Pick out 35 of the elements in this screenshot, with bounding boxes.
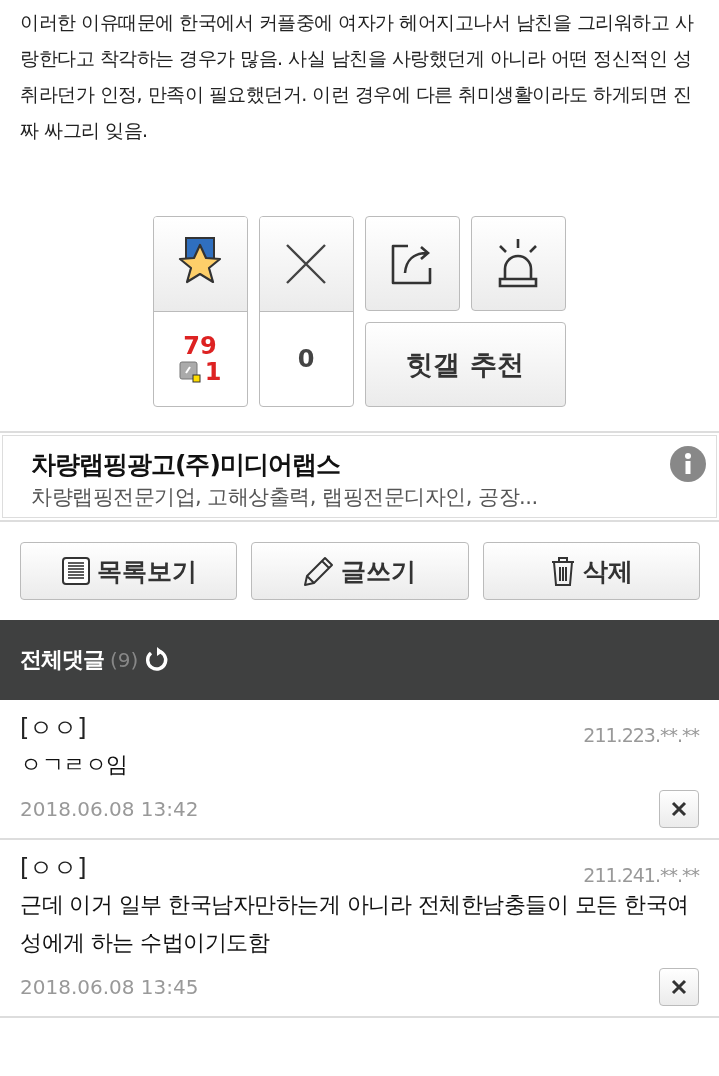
- comment-ip: 211.241.**.**: [583, 864, 699, 886]
- delete-comment-button[interactable]: [659, 968, 699, 1006]
- info-icon[interactable]: [670, 446, 706, 482]
- siren-icon: [496, 237, 540, 290]
- fixed-recommend-count: 1: [204, 359, 222, 385]
- post-body: 이러한 이유때문에 한국에서 커플중에 여자가 헤어지고나서 남친을 그리워하고 사랑한다고 착각하는 경우가 많음. 사실 남친을 사랑했던게 아니라 어떤 정신적인 성취라던가 인정, 만족이 필요했던거. 이런 경우에 다른 취미생활이라도 하게되면 진짜 싸그리 잊음.: [19, 10, 695, 143]
- delete-comment-button[interactable]: [659, 790, 699, 828]
- ad-title: 차량랩핑광고(주)미디어랩스: [31, 449, 341, 481]
- share-button[interactable]: [364, 216, 460, 311]
- write-button[interactable]: 글쓰기: [251, 542, 469, 600]
- comment-count: (9): [110, 648, 139, 672]
- comments-title: 전체댓글: [20, 646, 104, 674]
- close-icon: [671, 801, 687, 817]
- recommend-count: 79: [183, 333, 217, 359]
- comment-ip: 211.223.**.**: [583, 724, 699, 746]
- comment-author: [ㅇㅇ]: [20, 713, 87, 744]
- hit-gallery-button[interactable]: 힛갤 추천: [364, 322, 566, 407]
- comment-text: ㅇㄱㄹㅇ임: [20, 751, 129, 779]
- report-button[interactable]: [470, 216, 566, 311]
- downvote-button[interactable]: [259, 217, 353, 311]
- fixed-user-icon: [178, 361, 201, 383]
- pencil-icon: [303, 555, 336, 587]
- comment-date: 2018.06.08 13:45: [20, 975, 199, 999]
- ad-description: 차량랩핑전문기업, 고해상출력, 랩핑전문디자인, 공장...: [31, 484, 539, 511]
- list-button[interactable]: 목록보기: [20, 542, 238, 600]
- delete-button[interactable]: 삭제: [482, 542, 700, 600]
- comment-author: [ㅇㅇ]: [20, 853, 87, 884]
- recommend-button[interactable]: [153, 217, 247, 311]
- close-icon: [285, 243, 327, 285]
- comment-text: 근데 이거 일부 한국남자만하는게 아니라 전체한남충들이 모든 한국여성에게 하는 수법이기도함: [20, 891, 690, 957]
- list-icon: [60, 556, 91, 586]
- downvote-count: 0: [297, 345, 315, 373]
- close-icon: [671, 979, 687, 995]
- comment-date: 2018.06.08 13:42: [20, 797, 199, 821]
- ad-banner[interactable]: 차량랩핑광고(주)미디어랩스 차량랩핑전문기업, 고해상출력, 랩핑전문디자인, 공장...: [2, 435, 717, 518]
